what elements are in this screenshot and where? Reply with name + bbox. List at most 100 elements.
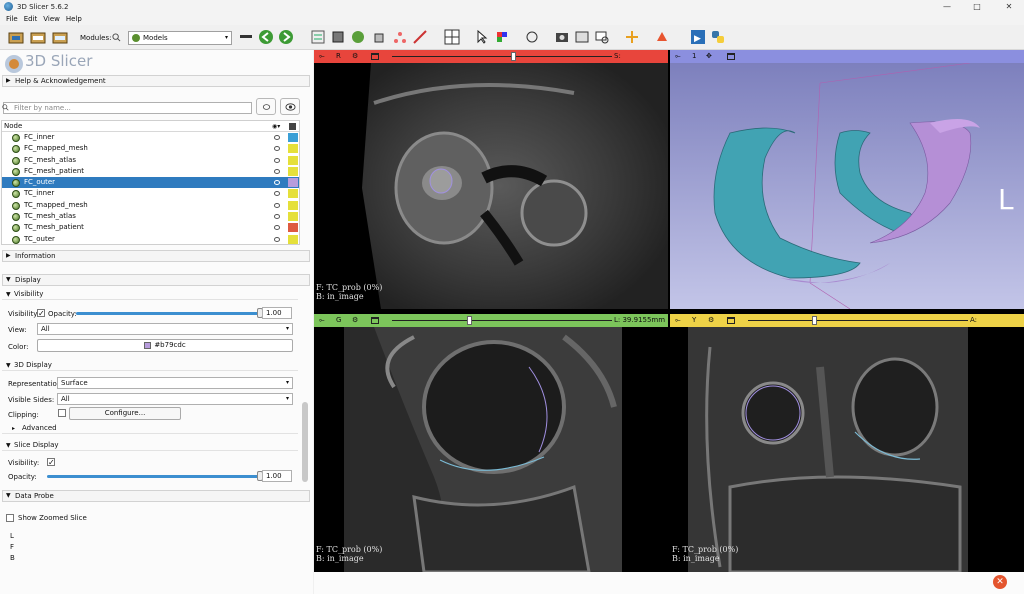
eye-icon[interactable] (274, 191, 280, 197)
red-offset-slider-handle[interactable] (511, 52, 516, 61)
screenshot-icon[interactable] (554, 29, 570, 45)
save-data-icon[interactable] (52, 29, 68, 45)
fiducial-icon[interactable] (624, 29, 640, 45)
visibility-checkbox[interactable]: ✓ (37, 309, 45, 318)
pin-icon[interactable]: ⟜ (319, 50, 325, 63)
scene-views-icon[interactable] (574, 29, 590, 45)
menu-view[interactable]: View (43, 15, 60, 23)
3d-view[interactable]: L (670, 63, 1024, 309)
tree-row[interactable]: TC_mesh_atlas (2, 211, 299, 222)
pointer-icon[interactable] (474, 29, 490, 45)
search-icon[interactable] (112, 33, 121, 42)
opacity-spinbox[interactable]: 1.00 (262, 307, 292, 319)
advanced-subsection[interactable]: ▸ Advanced (2, 423, 298, 434)
yellow-slice-view[interactable]: F: TC_prob (0%) B: in_image (670, 327, 1024, 572)
color-picker-button[interactable]: #b79cdc (37, 339, 293, 352)
slice-display-subsection[interactable]: ▼ Slice Display (2, 440, 298, 451)
panel-scrollbar[interactable] (302, 402, 308, 482)
red-offset-slider[interactable] (392, 56, 612, 57)
python-console-icon[interactable]: ▶ (690, 29, 706, 45)
crosshair-icon[interactable] (494, 29, 510, 45)
maximize-view-icon[interactable] (727, 53, 735, 60)
center-view-icon[interactable]: ✥ (706, 50, 712, 63)
tree-row[interactable]: FC_mapped_mesh (2, 143, 299, 154)
eye-icon[interactable] (274, 214, 280, 220)
maximize-view-icon[interactable] (371, 317, 379, 324)
color-swatch[interactable] (288, 155, 298, 165)
3d-display-subsection[interactable]: ▼ 3D Display (2, 360, 298, 371)
place-mode-icon[interactable] (654, 29, 670, 45)
slice-opacity-spinbox[interactable]: 1.00 (262, 470, 292, 482)
green-offset-slider[interactable] (392, 320, 612, 321)
python-icon[interactable] (710, 29, 726, 45)
maximize-view-icon[interactable] (371, 53, 379, 60)
link-icon[interactable]: ⚙ (708, 314, 714, 327)
view-combobox[interactable]: All ▾ (37, 323, 293, 335)
tree-row[interactable]: FC_mesh_patient (2, 166, 299, 177)
close-button[interactable]: ✕ (994, 0, 1024, 13)
pin-icon[interactable]: ⟜ (319, 314, 325, 327)
eye-icon[interactable] (274, 202, 280, 208)
show-hidden-button[interactable] (256, 98, 276, 115)
color-swatch[interactable] (288, 144, 298, 154)
red-slice-view[interactable]: F: TC_prob (0%) B: in_image (314, 63, 668, 309)
color-swatch[interactable] (288, 189, 298, 199)
visibility-filter-button[interactable] (280, 98, 300, 115)
tree-row[interactable]: TC_mesh_patient (2, 222, 299, 233)
layout-icon[interactable] (444, 29, 460, 45)
configure-button[interactable]: Configure... (69, 407, 181, 420)
back-arrow-icon[interactable] (258, 29, 274, 45)
eye-icon[interactable] (274, 157, 280, 163)
models-module-icon[interactable] (350, 29, 366, 45)
visibility-subsection[interactable]: ▼ Visibility (2, 289, 298, 300)
maximize-view-icon[interactable] (727, 317, 735, 324)
help-section[interactable]: ▶ Help & Acknowledgement (2, 75, 310, 87)
pin-icon[interactable]: ⟜ (675, 314, 681, 327)
module-history-icon[interactable] (238, 29, 254, 45)
green-slice-view[interactable]: F: TC_prob (0%) B: in_image (314, 327, 668, 572)
eye-icon[interactable] (274, 236, 280, 242)
color-swatch[interactable] (288, 223, 298, 233)
load-data-icon[interactable] (8, 29, 24, 45)
transforms-icon[interactable] (372, 29, 388, 45)
markups-icon[interactable] (392, 29, 408, 45)
eye-icon[interactable] (274, 168, 280, 174)
yellow-offset-slider[interactable] (748, 320, 968, 321)
data-module-icon[interactable] (310, 29, 326, 45)
slice-opacity-slider[interactable] (47, 475, 260, 478)
tree-row[interactable]: FC_inner (2, 132, 299, 143)
maximize-button[interactable]: □ (962, 0, 992, 13)
pin-icon[interactable]: ⟜ (675, 50, 681, 63)
tree-row[interactable]: TC_outer (2, 234, 299, 245)
eye-icon[interactable] (274, 146, 280, 152)
error-log-icon[interactable]: ✕ (993, 575, 1007, 589)
module-selector[interactable]: Models ▾ (128, 31, 232, 45)
menu-file[interactable]: File (6, 15, 18, 23)
menu-edit[interactable]: Edit (24, 15, 38, 23)
tree-row[interactable]: TC_mapped_mesh (2, 200, 299, 211)
data-probe-section[interactable]: ▼ Data Probe (2, 490, 310, 502)
tree-row[interactable]: FC_mesh_atlas (2, 155, 299, 166)
menu-help[interactable]: Help (66, 15, 82, 23)
color-swatch[interactable] (288, 133, 298, 142)
information-section[interactable]: ▶ Information (2, 250, 310, 262)
link-icon[interactable]: ⚙ (352, 50, 358, 63)
color-swatch[interactable] (288, 200, 298, 210)
extensions-icon[interactable] (594, 29, 610, 45)
clipping-checkbox[interactable] (58, 409, 66, 417)
opacity-slider[interactable] (76, 312, 260, 315)
segment-editor-icon[interactable] (412, 29, 428, 45)
slice-visibility-checkbox[interactable]: ✓ (47, 458, 55, 467)
filter-input[interactable]: Filter by name... (3, 102, 252, 114)
show-zoomed-checkbox[interactable] (6, 514, 14, 522)
representation-combobox[interactable]: Surface ▾ (57, 377, 293, 389)
eye-icon[interactable] (274, 225, 280, 231)
link-icon[interactable]: ⚙ (352, 314, 358, 327)
display-section[interactable]: ▼ Display (2, 274, 310, 286)
visible-sides-combobox[interactable]: All ▾ (57, 393, 293, 405)
tree-row[interactable]: FC_outer (2, 177, 299, 189)
eye-icon[interactable] (274, 180, 280, 186)
tree-row[interactable]: TC_inner (2, 188, 299, 199)
dicom-icon[interactable] (30, 29, 46, 45)
color-swatch[interactable] (288, 166, 298, 176)
